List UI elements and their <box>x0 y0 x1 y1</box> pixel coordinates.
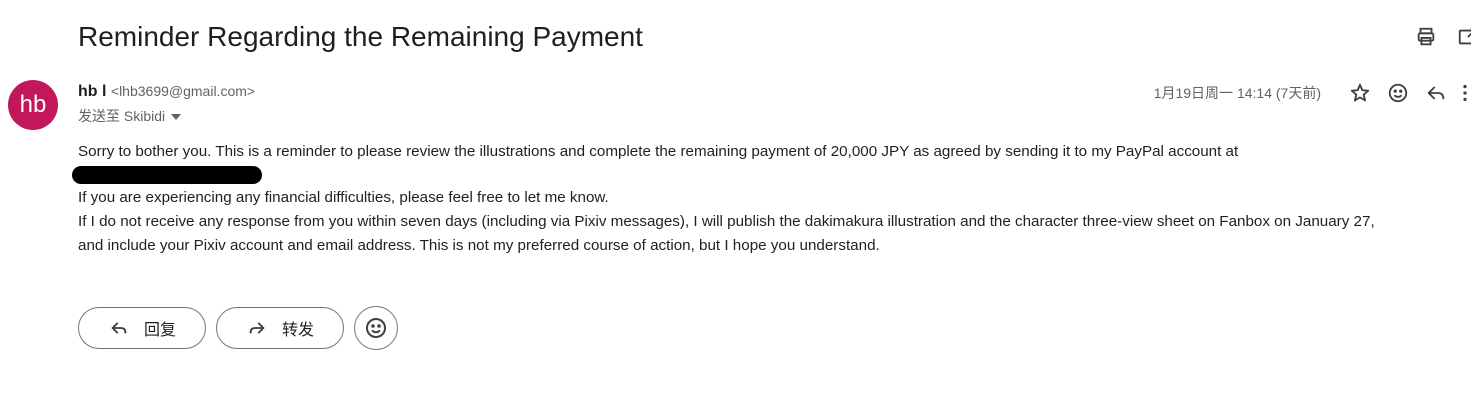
body-line: If you are experiencing any financial di… <box>78 189 609 206</box>
body-line: If I do not receive any response from yo… <box>78 213 1375 230</box>
forward-icon <box>249 322 265 334</box>
sender-avatar[interactable]: hb <box>8 80 58 130</box>
sender-line: hb l <lhb3699@gmail.com> <box>78 80 255 103</box>
emoji-reply-button[interactable] <box>354 306 398 350</box>
email-body: Sorry to bother you. This is a reminder … <box>72 140 1471 258</box>
star-icon <box>1350 83 1370 102</box>
more-options-button[interactable] <box>1461 80 1471 106</box>
reply-pill-button[interactable]: 回复 <box>78 307 206 349</box>
reply-actions: 回复 转发 <box>78 306 398 350</box>
caret-down-icon <box>171 114 182 120</box>
print-icon <box>1417 27 1435 46</box>
recipient-dropdown[interactable]: 发送至 Skibidi <box>78 106 182 126</box>
emoji-reaction-button[interactable] <box>1385 80 1411 106</box>
print-button[interactable] <box>1413 24 1439 50</box>
email-date: 1月19日周一 14:14 (7天前) <box>1153 85 1321 101</box>
forward-label: 转发 <box>281 322 314 339</box>
more-vert-icon <box>1463 84 1467 102</box>
redacted-paypal-account <box>72 166 262 184</box>
open-in-new-window-button[interactable] <box>1457 24 1471 50</box>
recipient-label: 发送至 Skibidi <box>78 108 166 124</box>
reply-button[interactable] <box>1423 80 1449 106</box>
body-line: and include your Pixiv account and email… <box>78 237 880 254</box>
email-subject: Reminder Regarding the Remaining Payment <box>78 21 643 52</box>
top-actions <box>1413 24 1471 50</box>
emoji-icon <box>1388 83 1408 103</box>
emoji-icon <box>366 318 386 338</box>
reply-label: 回复 <box>143 322 176 339</box>
open-in-new-window-icon <box>1458 27 1471 45</box>
message-actions: 1月19日周一 14:14 (7天前) <box>1154 80 1471 106</box>
reply-icon <box>111 322 127 334</box>
sender-email: <lhb3699@gmail.com> <box>110 83 256 99</box>
reply-icon <box>1427 86 1445 100</box>
sender-name[interactable]: hb l <box>78 83 106 100</box>
body-line: Sorry to bother you. This is a reminder … <box>78 143 1239 160</box>
star-button[interactable] <box>1347 80 1373 106</box>
forward-pill-button[interactable]: 转发 <box>216 307 344 349</box>
